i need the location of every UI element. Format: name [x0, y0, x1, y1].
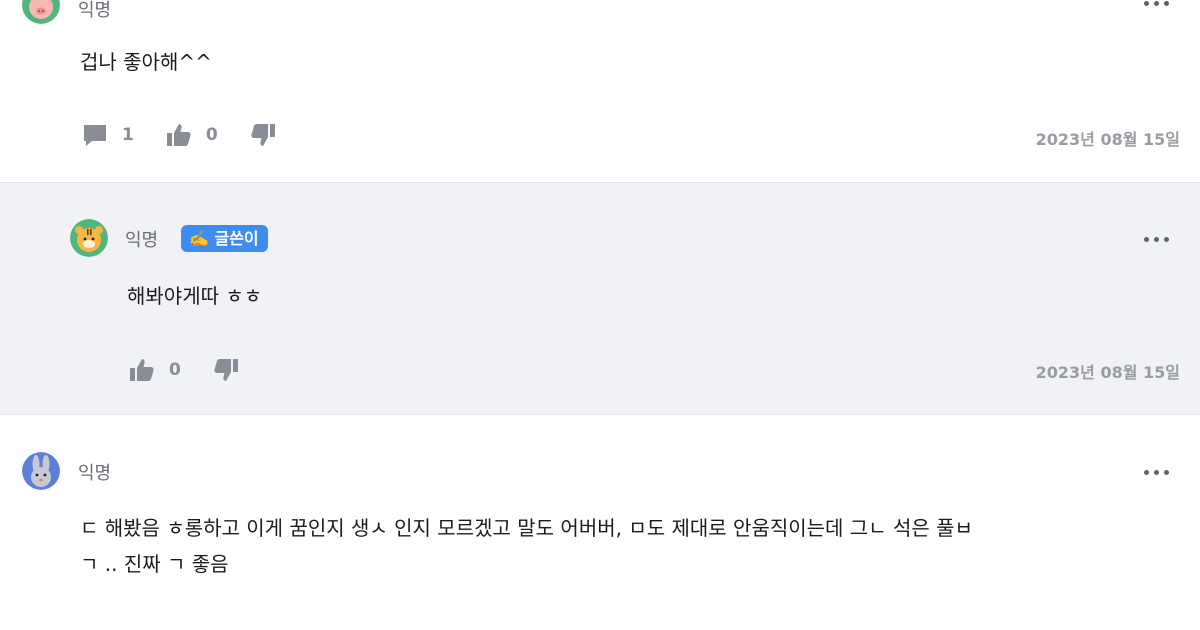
like-count: 0 [169, 360, 181, 380]
comment-item: 익명 ㄷ 해봤음 ㅎ롱하고 이게 꿈인지 생ㅅ 인지 모르겠고 말도 어버버, … [0, 415, 1200, 630]
dot-icon [1144, 1, 1149, 6]
dot-icon [1164, 470, 1169, 475]
tiger-avatar-icon [70, 219, 108, 257]
author-name: 익명 [78, 463, 112, 484]
reply-actions: 0 [129, 357, 239, 383]
more-button[interactable] [1144, 234, 1170, 244]
dot-icon [1164, 1, 1169, 6]
author-name: 익명 [78, 0, 112, 21]
dot-icon [1144, 237, 1149, 242]
thumbs-down-icon[interactable] [250, 122, 276, 148]
more-button[interactable] [1144, 467, 1170, 477]
comment-actions: 1 0 [82, 122, 276, 148]
thumbs-up-icon[interactable] [129, 357, 155, 383]
author-name: 익명 [125, 230, 159, 251]
comment-text: 겁나 좋아해^^ [80, 50, 212, 74]
comment-text-line: ㄷ 해봤음 ㅎ롱하고 이게 꿈인지 생ㅅ 인지 모르겠고 말도 어버버, ㅁ도 … [80, 516, 973, 540]
comment-item: 익명 겁나 좋아해^^ 1 0 2023년 08월 15일 [0, 0, 1200, 182]
comment-text-line: ㄱ .. 진짜 ㄱ 좋음 [80, 552, 229, 576]
pig-avatar-icon [22, 0, 60, 24]
writer-badge: ✍️ 글쓴이 [181, 225, 268, 252]
dot-icon [1154, 1, 1159, 6]
dot-icon [1154, 237, 1159, 242]
comment-icon[interactable] [82, 122, 108, 148]
thumbs-up-icon[interactable] [166, 122, 192, 148]
reply-count: 1 [122, 125, 134, 145]
like-count: 0 [205, 125, 218, 145]
comment-date: 2023년 08월 15일 [1035, 130, 1180, 149]
dot-icon [1144, 470, 1149, 475]
rabbit-avatar-icon [22, 452, 60, 490]
bottom-fade [0, 612, 1200, 630]
comment-text: 해봐야게따 ㅎㅎ [127, 284, 263, 308]
comment-date: 2023년 08월 15일 [1035, 363, 1180, 382]
dot-icon [1154, 470, 1159, 475]
reply-item: 익명 ✍️ 글쓴이 해봐야게따 ㅎㅎ 0 2023년 08월 15일 [0, 182, 1200, 415]
thumbs-down-icon[interactable] [213, 357, 239, 383]
more-button[interactable] [1144, 0, 1170, 8]
dot-icon [1164, 237, 1169, 242]
